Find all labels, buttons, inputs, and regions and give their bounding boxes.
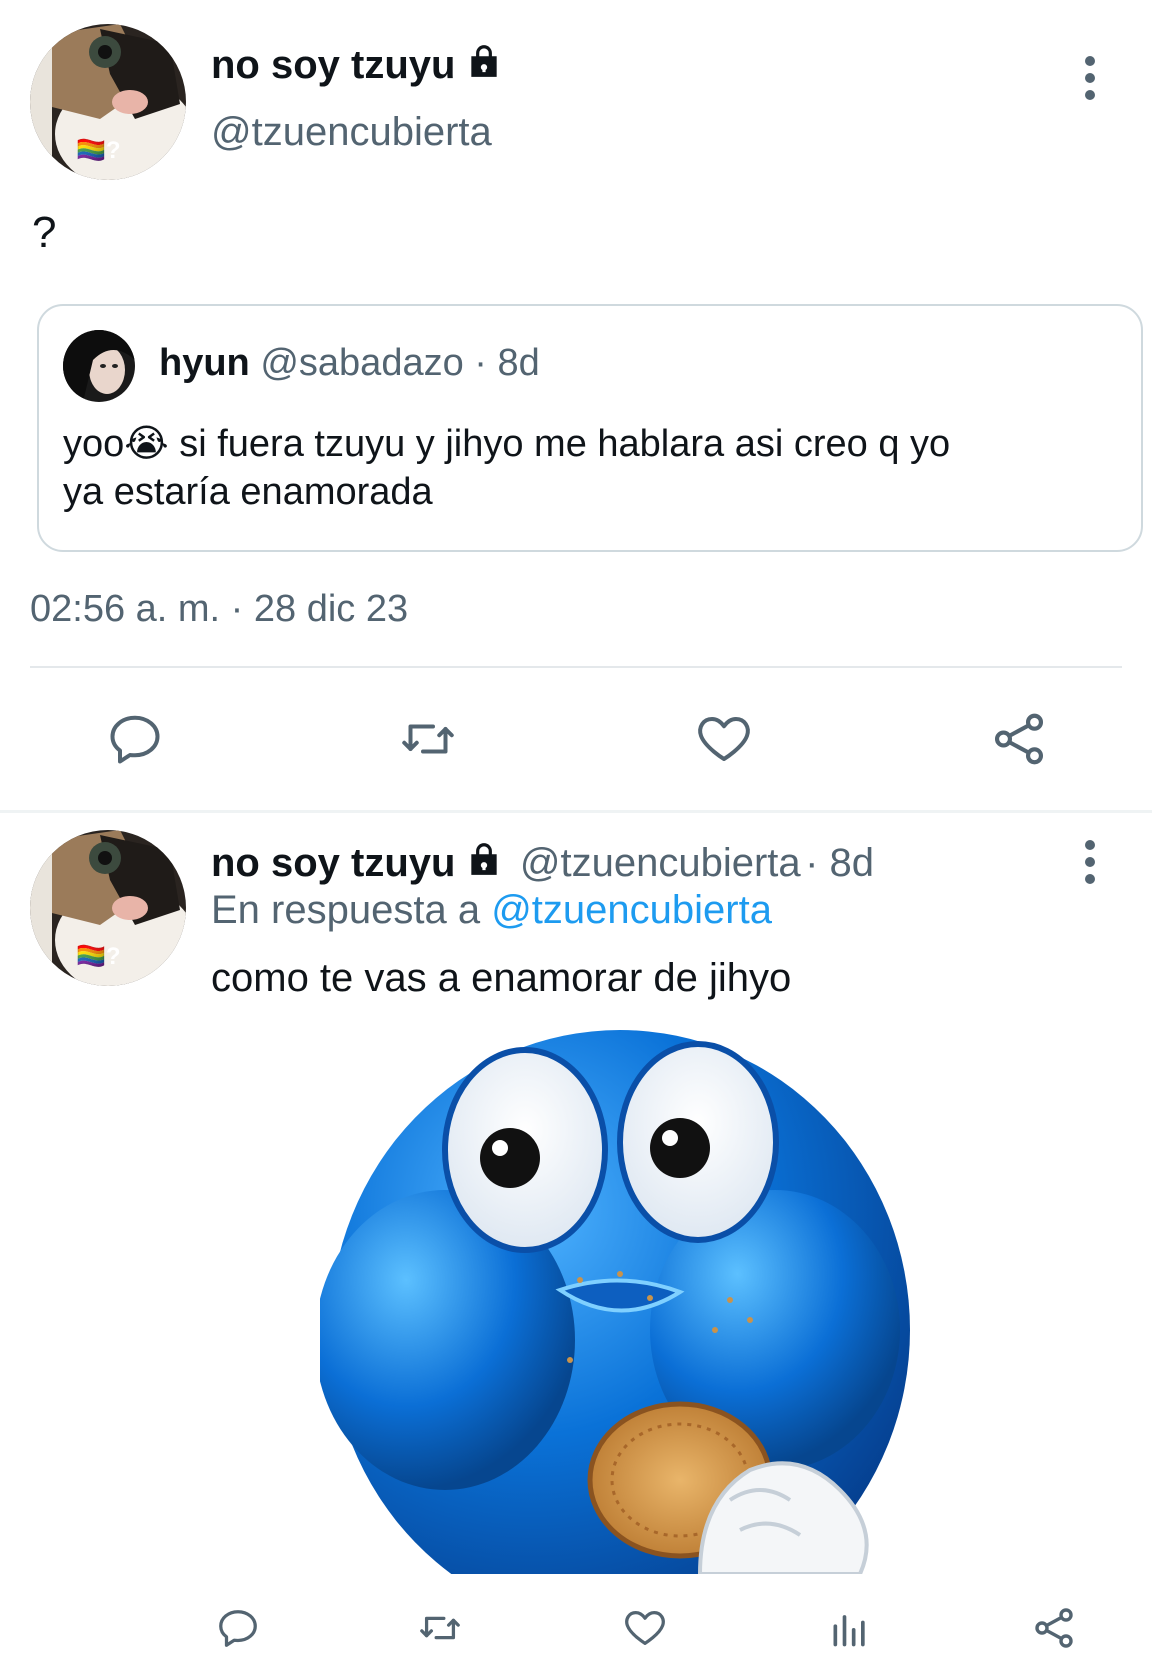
quoted-text-line-1: yoo😭 si fuera tzuyu y jihyo me hablara a… — [63, 423, 951, 465]
reply-retweet-button[interactable] — [412, 1600, 468, 1656]
author-name-row: no soy tzuyu — [211, 42, 503, 88]
author-handle[interactable]: @tzuencubierta — [211, 110, 492, 155]
blue-emoji-cookie-image — [320, 1030, 910, 1574]
heart-icon — [698, 717, 750, 761]
retweet-button[interactable] — [393, 706, 463, 772]
more-vertical-icon[interactable] — [1070, 840, 1110, 900]
quoted-text-line-2: ya estaría enamorada — [63, 471, 433, 513]
avatar-badge: 🏳️‍🌈? — [76, 137, 121, 164]
reply-text: como te vas a enamorar de jihyo — [211, 956, 792, 1000]
tweet-text: ? — [32, 208, 57, 257]
reply-views-button[interactable] — [822, 1600, 878, 1656]
author-name[interactable]: no soy tzuyu — [211, 43, 455, 87]
reply-author-handle[interactable]: @tzuencubierta — [520, 841, 801, 885]
reply-reply-button[interactable] — [210, 1600, 266, 1656]
in-reply-prefix: En respuesta a — [211, 888, 481, 932]
section-divider — [0, 810, 1152, 813]
reply-author-name[interactable]: no soy tzuyu — [211, 841, 455, 885]
quoted-author-handle[interactable]: @sabadazo — [260, 342, 463, 384]
quoted-avatar[interactable] — [63, 330, 135, 402]
reply-share-button[interactable] — [1026, 1600, 1082, 1656]
quoted-tweet-card[interactable]: hyun @sabadazo · 8d yoo😭 si fuera tzuyu … — [37, 304, 1143, 552]
retweet-icon — [420, 1616, 460, 1640]
like-button[interactable] — [689, 706, 759, 772]
lock-icon — [465, 840, 503, 883]
divider — [30, 666, 1122, 668]
share-icon — [1035, 1608, 1073, 1648]
reply-icon — [110, 715, 160, 764]
quoted-text: yoo😭 si fuera tzuyu y jihyo me hablara a… — [63, 420, 1123, 516]
quoted-header: hyun @sabadazo · 8d — [159, 342, 540, 385]
reply-header: no soy tzuyu @tzuencubierta · 8d — [211, 840, 874, 886]
share-icon — [994, 713, 1044, 765]
author-avatar[interactable]: 🏳️‍🌈? — [30, 24, 186, 180]
reply-author-avatar[interactable]: 🏳️‍🌈? — [30, 830, 186, 986]
tweet-timestamp[interactable]: 02:56 a. m. · 28 dic 23 — [30, 588, 408, 631]
heart-icon — [625, 1611, 665, 1645]
lock-icon — [465, 42, 503, 85]
quoted-age: · 8d — [474, 342, 540, 384]
reply-button[interactable] — [100, 706, 170, 772]
in-reply-handle-link[interactable]: @tzuencubierta — [491, 888, 772, 932]
reply-icon — [219, 1610, 257, 1647]
more-vertical-icon[interactable] — [1070, 56, 1110, 116]
avatar-badge: 🏳️‍🌈? — [76, 943, 121, 970]
person-avatar-image — [63, 330, 135, 402]
quoted-author-name[interactable]: hyun — [159, 342, 250, 384]
in-reply-to: En respuesta a @tzuencubierta — [211, 888, 772, 933]
share-button[interactable] — [984, 706, 1054, 772]
reply-media-image[interactable] — [320, 1030, 960, 1574]
retweet-icon — [402, 724, 454, 754]
views-icon — [833, 1615, 865, 1647]
reply-like-button[interactable] — [617, 1600, 673, 1656]
reply-age: · 8d — [805, 841, 875, 885]
